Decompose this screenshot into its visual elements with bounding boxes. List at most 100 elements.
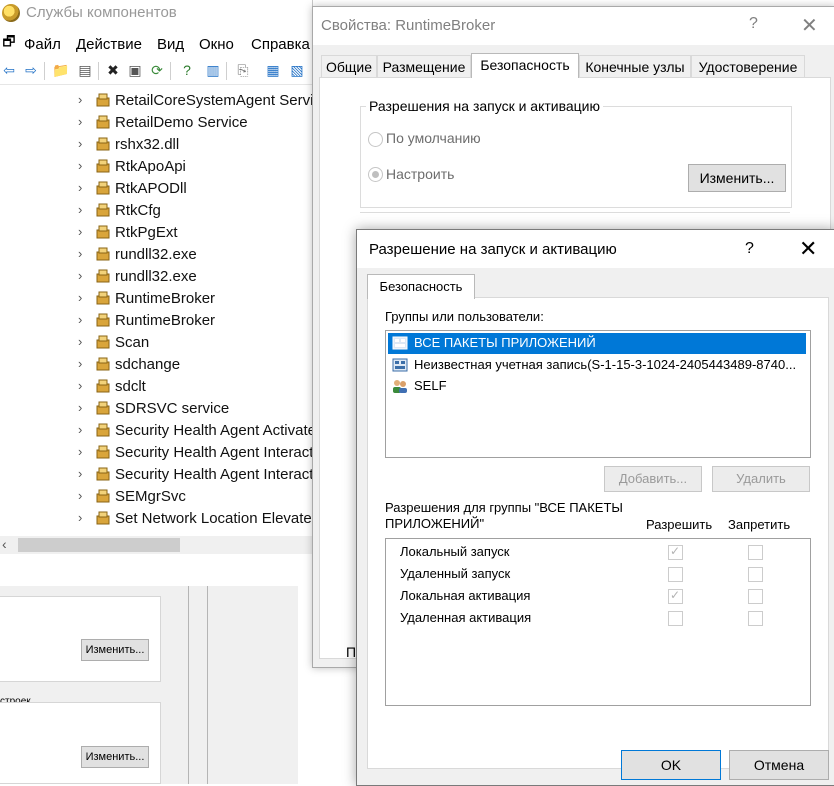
tab-security[interactable]: Безопасность xyxy=(367,274,475,299)
radio-default[interactable] xyxy=(368,132,383,147)
list-item[interactable]: ВСЕ ПАКЕТЫ ПРИЛОЖЕНИЙ xyxy=(388,333,806,354)
tree-item-label: rundll32.exe xyxy=(115,246,197,263)
large-icons-view-icon[interactable]: ▦ xyxy=(264,61,282,79)
tab-location[interactable]: Размещение xyxy=(377,55,471,78)
menu-help[interactable]: Справка xyxy=(251,36,310,53)
radio-custom[interactable] xyxy=(368,167,383,182)
tree-item[interactable]: › RuntimeBroker xyxy=(78,288,312,310)
list-item[interactable]: Неизвестная учетная запись(S-1-15-3-1024… xyxy=(388,355,806,376)
tree-item[interactable]: › RuntimeBroker xyxy=(78,310,312,332)
menu-action[interactable]: Действие xyxy=(76,36,142,53)
chevron-right-icon[interactable]: › xyxy=(78,224,88,239)
tree-item[interactable]: › SEMgrSvc xyxy=(78,486,312,508)
tab-identity[interactable]: Удостоверение xyxy=(691,55,805,78)
chevron-right-icon[interactable]: › xyxy=(78,268,88,283)
chevron-right-icon[interactable]: › xyxy=(78,466,88,481)
menu-file[interactable]: Файл xyxy=(24,36,61,53)
help-icon[interactable]: ? xyxy=(749,15,758,33)
tree-item[interactable]: › SDRSVC service xyxy=(78,398,312,420)
deny-checkbox[interactable] xyxy=(748,611,763,626)
help-icon[interactable]: ? xyxy=(745,240,754,258)
tree-item-label: RetailDemo Service xyxy=(115,114,248,131)
cancel-button[interactable]: Отмена xyxy=(729,750,829,780)
show-hide-tree-icon[interactable]: ▤ xyxy=(76,61,94,79)
tree-item[interactable]: › RetailDemo Service xyxy=(78,112,312,134)
chevron-right-icon[interactable]: › xyxy=(78,136,88,151)
deny-checkbox[interactable] xyxy=(748,567,763,582)
tree-item[interactable]: › rundll32.exe xyxy=(78,244,312,266)
component-package-icon xyxy=(96,511,110,525)
scrollbar-thumb[interactable] xyxy=(18,538,180,552)
app-menu-icon[interactable]: 🗗 xyxy=(0,33,18,52)
chevron-right-icon[interactable]: › xyxy=(78,114,88,129)
edit-launch-permissions-button[interactable]: Изменить... xyxy=(688,164,786,192)
close-icon[interactable]: ✕ xyxy=(801,13,818,38)
list-item[interactable]: SELF xyxy=(388,376,806,397)
help-icon[interactable]: ? xyxy=(178,61,196,79)
tree-item[interactable]: › Security Health Agent Interact xyxy=(78,442,312,464)
allow-checkbox[interactable] xyxy=(668,567,683,582)
close-icon[interactable]: ✕ xyxy=(799,236,817,262)
forward-arrow-icon[interactable]: ⇨ xyxy=(22,61,40,79)
permission-panel: Группы или пользователи: ВСЕ ПАКЕТЫ ПРИЛ… xyxy=(367,297,829,769)
tree-item[interactable]: › rundll32.exe xyxy=(78,266,312,288)
deny-checkbox[interactable] xyxy=(748,545,763,560)
menu-view[interactable]: Вид xyxy=(157,36,184,53)
remove-button[interactable]: Удалить xyxy=(712,466,810,492)
allow-checkbox[interactable] xyxy=(668,544,683,560)
component-package-icon xyxy=(96,93,110,107)
edit-button[interactable]: Изменить... xyxy=(81,746,149,768)
edit-button[interactable]: Изменить... xyxy=(81,639,149,661)
allow-checkbox[interactable] xyxy=(668,611,683,626)
tab-security[interactable]: Безопасность xyxy=(471,53,579,78)
chevron-right-icon[interactable]: › xyxy=(78,202,88,217)
tree-item[interactable]: › Security Health Agent Activate xyxy=(78,420,312,442)
chevron-right-icon[interactable]: › xyxy=(78,180,88,195)
tree-item[interactable]: › RtkAPODll xyxy=(78,178,312,200)
chevron-right-icon[interactable]: › xyxy=(78,246,88,261)
horizontal-scrollbar[interactable]: ‹ xyxy=(0,536,312,554)
chevron-right-icon[interactable]: › xyxy=(78,334,88,349)
chevron-right-icon[interactable]: › xyxy=(78,92,88,107)
tree-item[interactable]: › sdchange xyxy=(78,354,312,376)
tree-item[interactable]: › RtkPgExt xyxy=(78,222,312,244)
properties-icon[interactable]: ▣ xyxy=(126,61,144,79)
tree-item-label: RtkCfg xyxy=(115,202,161,219)
deny-checkbox[interactable] xyxy=(748,589,763,604)
list-item-label: Неизвестная учетная запись(S-1-15-3-1024… xyxy=(414,357,797,372)
allow-checkbox[interactable] xyxy=(668,588,683,604)
up-folder-icon[interactable]: 📁 xyxy=(52,61,70,79)
new-item-icon[interactable]: ⎘ xyxy=(234,61,252,79)
tree-item[interactable]: › Scan xyxy=(78,332,312,354)
chevron-right-icon[interactable]: › xyxy=(78,422,88,437)
permission-label: Локальная активация xyxy=(400,588,531,603)
tree-item[interactable]: › sdclt xyxy=(78,376,312,398)
tree-item[interactable]: › rshx32.dll xyxy=(78,134,312,156)
chevron-right-icon[interactable]: › xyxy=(78,400,88,415)
add-button[interactable]: Добавить... xyxy=(604,466,702,492)
tab-endpoints[interactable]: Конечные узлы xyxy=(579,55,691,78)
small-icons-view-icon[interactable]: ▧ xyxy=(288,61,306,79)
tree-item[interactable]: › Security Health Agent Interact xyxy=(78,464,312,486)
chevron-right-icon[interactable]: › xyxy=(78,158,88,173)
menu-window[interactable]: Окно xyxy=(199,36,234,53)
tree-item[interactable]: › Set Network Location Elevated xyxy=(78,508,312,530)
tree-item[interactable]: › RetailCoreSystemAgent Servic xyxy=(78,90,312,112)
chevron-right-icon[interactable]: › xyxy=(78,488,88,503)
action-pane-icon[interactable]: ▥ xyxy=(204,61,222,79)
scroll-left-icon[interactable]: ‹ xyxy=(2,536,7,552)
tab-general[interactable]: Общие xyxy=(321,55,377,78)
chevron-right-icon[interactable]: › xyxy=(78,378,88,393)
tree-item[interactable]: › RtkApoApi xyxy=(78,156,312,178)
tree-item[interactable]: › RtkCfg xyxy=(78,200,312,222)
refresh-icon[interactable]: ⟳ xyxy=(148,61,166,79)
back-arrow-icon[interactable]: ⇦ xyxy=(0,61,18,79)
delete-icon[interactable]: ✖ xyxy=(104,61,122,79)
chevron-right-icon[interactable]: › xyxy=(78,444,88,459)
unknown-account-icon xyxy=(392,358,408,372)
chevron-right-icon[interactable]: › xyxy=(78,312,88,327)
chevron-right-icon[interactable]: › xyxy=(78,510,88,525)
chevron-right-icon[interactable]: › xyxy=(78,290,88,305)
ok-button[interactable]: OK xyxy=(621,750,721,780)
chevron-right-icon[interactable]: › xyxy=(78,356,88,371)
